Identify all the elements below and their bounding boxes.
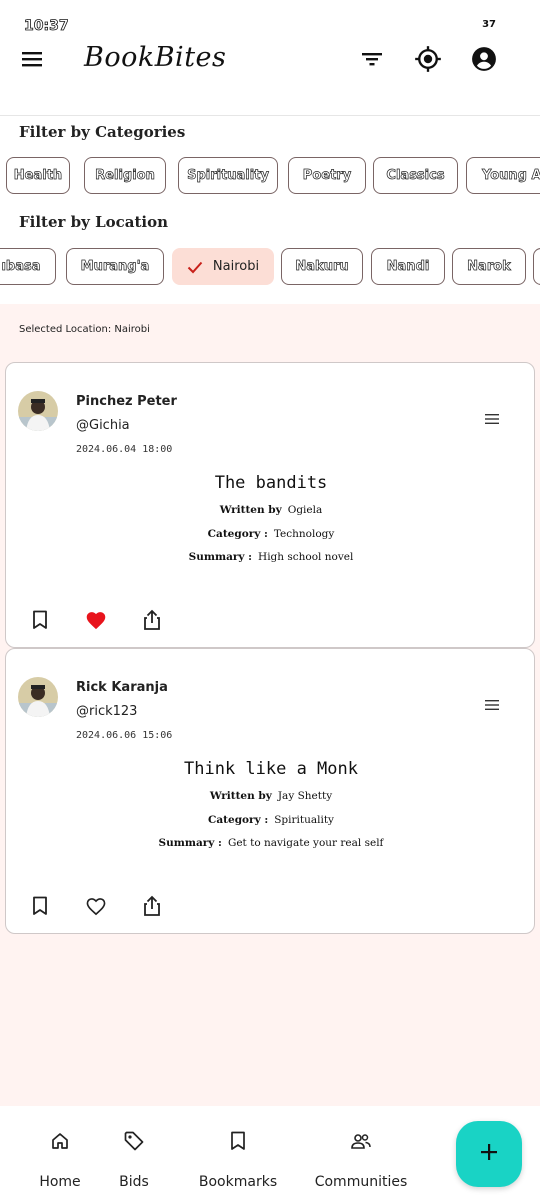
post-menu-icon[interactable] [484, 697, 504, 717]
category-label: Category : [207, 528, 268, 540]
nav-bookmarks[interactable]: Bookmarks [192, 1106, 284, 1200]
location-target-icon[interactable] [408, 39, 448, 79]
book-summary: Get to navigate your real self [227, 837, 384, 849]
category-chip[interactable]: Health [6, 157, 70, 194]
location-chip[interactable]: Murang'a [66, 248, 164, 285]
book-category-line: Category : Technology [6, 528, 536, 540]
app-title: BookBites [84, 42, 227, 73]
nav-bids[interactable]: Bids [102, 1106, 166, 1200]
book-summary-line: Summary : Get to navigate your real self [6, 837, 536, 849]
nav-bookmarks-label: Bookmarks [198, 1174, 278, 1190]
selected-location-text: Selected Location: Nairobi [19, 324, 150, 335]
post-author-name[interactable]: Pinchez Peter [76, 394, 177, 409]
bookmark-icon[interactable] [27, 893, 53, 919]
book-author: Jay Shetty [277, 790, 333, 802]
bookmark-icon[interactable] [27, 607, 53, 633]
nav-communities-label: Communities [314, 1174, 408, 1190]
share-icon[interactable] [139, 893, 165, 919]
location-chip-label: Nairobi [212, 259, 260, 274]
people-icon [350, 1130, 372, 1152]
summary-label: Summary : [188, 551, 253, 563]
book-author-line: Written by Ogiela [6, 504, 536, 516]
post-actions [26, 607, 186, 633]
location-chip[interactable]: Nakuru [281, 248, 363, 285]
book-category: Technology [273, 528, 335, 540]
post-timestamp: 2024.06.06 15:06 [76, 730, 173, 741]
category-chip[interactable]: Young A [466, 157, 540, 194]
battery-level: 37 [482, 19, 496, 30]
location-chip[interactable]: Narok [452, 248, 526, 285]
post-card[interactable]: Pinchez Peter @Gichia 2024.06.04 18:00 T… [5, 362, 535, 648]
book-summary-line: Summary : High school novel [6, 551, 536, 563]
book-category-line: Category : Spirituality [6, 814, 536, 826]
post-actions [26, 893, 186, 919]
app-bar: BookBites [0, 38, 540, 116]
plus-icon [479, 1142, 499, 1166]
avatar[interactable] [18, 391, 58, 431]
category-chip-row[interactable]: Health Religion Spirituality Poetry Clas… [0, 157, 540, 195]
nav-home[interactable]: Home [22, 1106, 98, 1200]
nav-bids-label: Bids [119, 1174, 149, 1190]
author-label: Written by [209, 790, 272, 802]
home-icon [49, 1130, 71, 1152]
account-circle-icon[interactable] [464, 39, 504, 79]
post-author-name[interactable]: Rick Karanja [76, 680, 168, 695]
avatar[interactable] [18, 677, 58, 717]
author-label: Written by [219, 504, 282, 516]
book-author: Ogiela [287, 504, 323, 516]
post-card[interactable]: Rick Karanja @rick123 2024.06.06 15:06 T… [5, 648, 535, 934]
category-chip[interactable]: Classics [373, 157, 458, 194]
location-filter-title: Filter by Location [19, 213, 169, 231]
nav-communities[interactable]: Communities [306, 1106, 416, 1200]
post-timestamp: 2024.06.04 18:00 [76, 444, 173, 455]
book-title: The bandits [214, 473, 328, 493]
category-chip[interactable]: Poetry [288, 157, 366, 194]
book-title: Think like a Monk [184, 759, 358, 779]
category-filter-title: Filter by Categories [19, 123, 186, 141]
nav-home-label: Home [39, 1174, 81, 1190]
post-author-handle[interactable]: @Gichia [76, 418, 130, 433]
location-chip[interactable] [533, 248, 540, 285]
hamburger-menu-icon[interactable] [12, 39, 52, 79]
category-label: Category : [208, 814, 269, 826]
filter-icon[interactable] [352, 39, 392, 79]
location-chip[interactable]: Nandi [371, 248, 445, 285]
location-chip-row[interactable]: ıbasa Murang'a Nairobi Nakuru Nandi Naro… [0, 248, 540, 286]
feed-area: Selected Location: Nairobi Pinchez Peter… [0, 304, 540, 1106]
book-author-line: Written by Jay Shetty [6, 790, 536, 802]
category-chip[interactable]: Religion [84, 157, 166, 194]
book-category: Spirituality [274, 814, 334, 826]
share-icon[interactable] [139, 607, 165, 633]
filters-section: Filter by Categories Health Religion Spi… [0, 116, 540, 304]
check-icon [187, 260, 203, 274]
bookmark-icon [227, 1130, 249, 1152]
status-time: 10:37 [24, 18, 69, 35]
heart-filled-icon[interactable] [83, 607, 109, 633]
category-chip[interactable]: Spirituality [178, 157, 278, 194]
add-post-button[interactable] [456, 1121, 522, 1187]
location-chip-selected[interactable]: Nairobi [172, 248, 274, 285]
tag-icon [123, 1130, 145, 1152]
post-menu-icon[interactable] [484, 411, 504, 431]
location-chip[interactable]: ıbasa [0, 248, 56, 285]
summary-label: Summary : [158, 837, 222, 849]
post-author-handle[interactable]: @rick123 [76, 704, 137, 719]
book-summary: High school novel [258, 551, 354, 563]
heart-outline-icon[interactable] [83, 893, 109, 919]
